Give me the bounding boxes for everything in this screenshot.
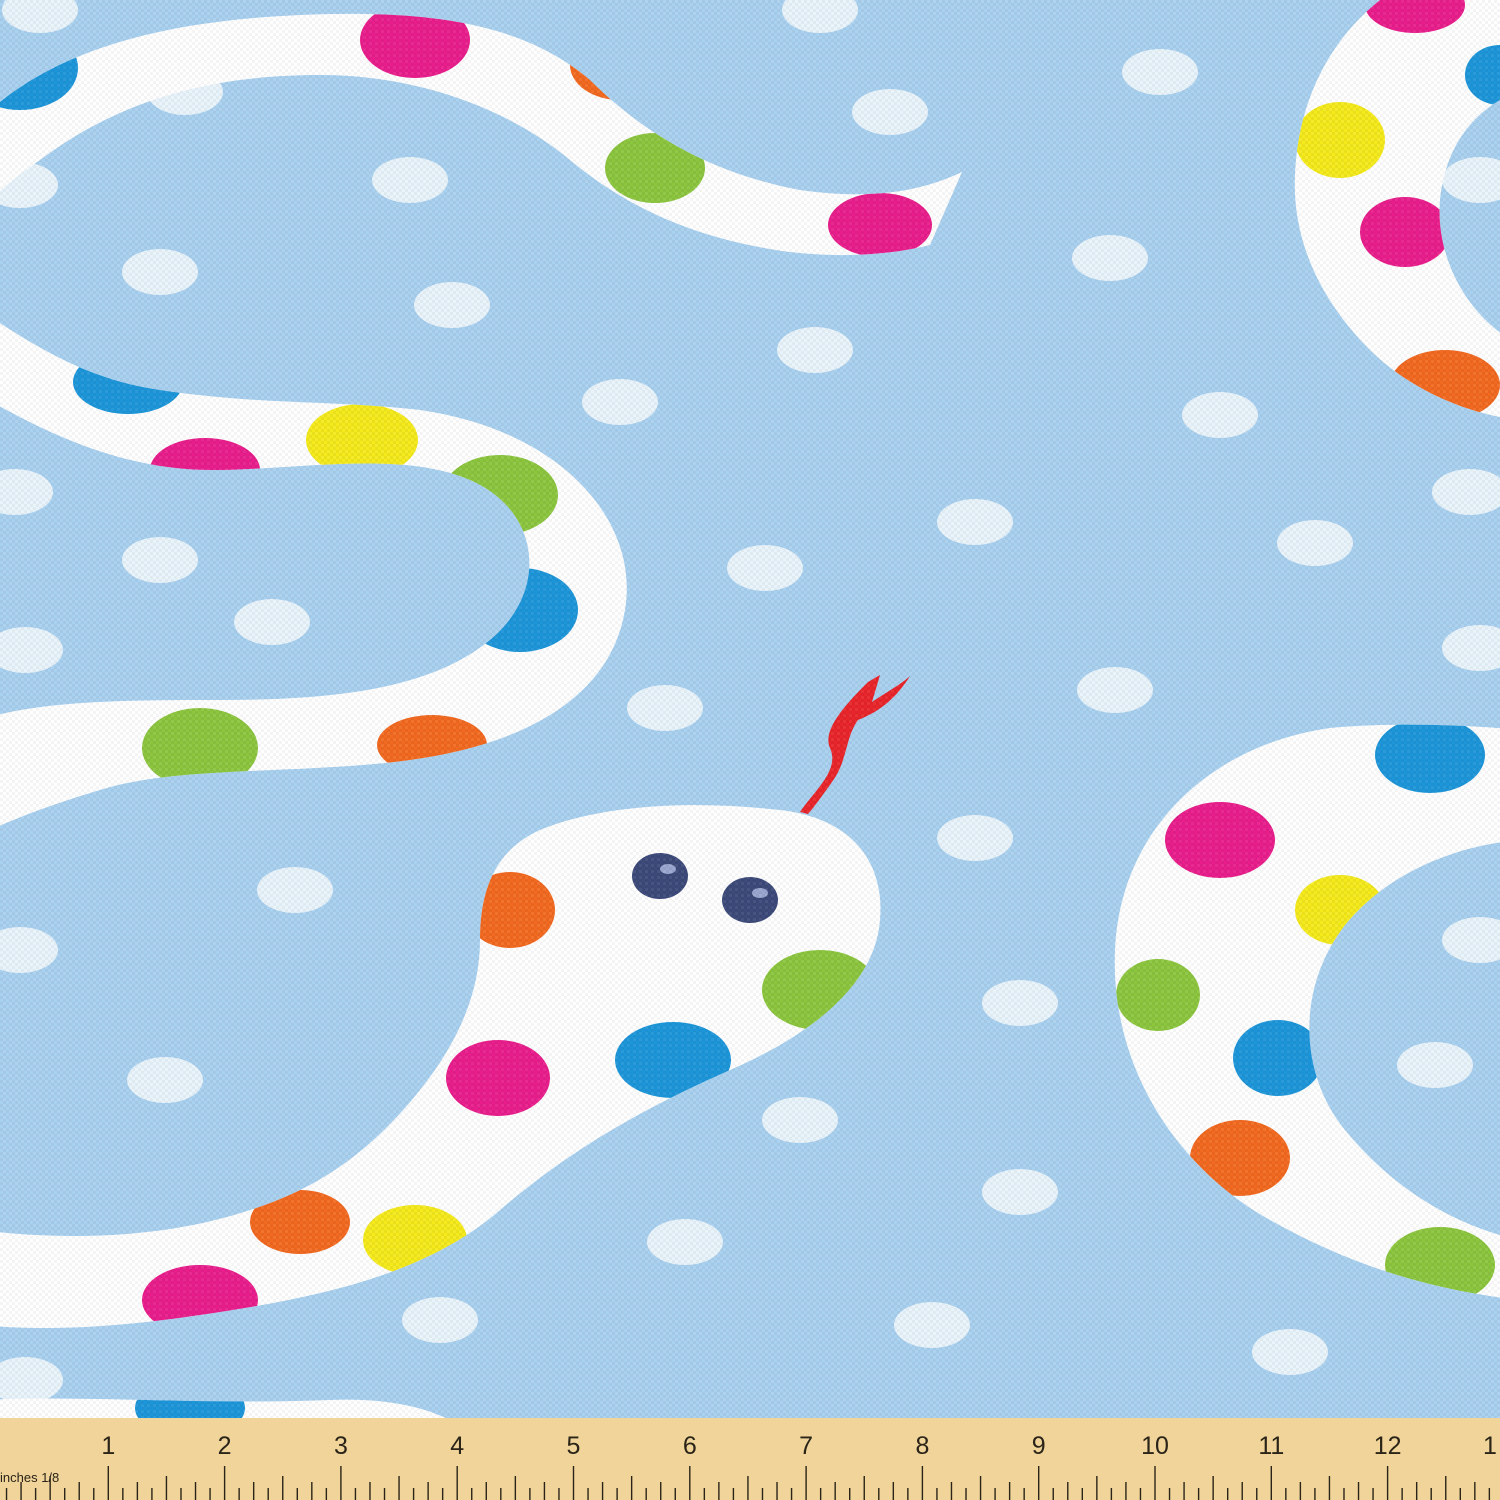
weave-texture [0,0,1500,1500]
ruler-number: 2 [217,1432,232,1460]
ruler-number: 1 [101,1432,116,1460]
ruler-number: 1 [1483,1432,1497,1460]
ruler-number: 6 [682,1432,697,1460]
ruler-number: 3 [333,1432,348,1460]
ruler-number: 8 [915,1432,930,1460]
measuring-ruler: 1 2 3 4 5 6 7 8 9 10 11 12 1 inches 1/8 [0,1418,1500,1500]
ruler-number: 12 [1373,1432,1402,1460]
ruler-number: 5 [566,1432,581,1460]
fabric-swatch: 1 2 3 4 5 6 7 8 9 10 11 12 1 inches 1/8 [0,0,1500,1500]
ruler-number: 10 [1141,1432,1169,1460]
ruler-number: 4 [450,1432,465,1460]
ruler-unit-label: inches 1/8 [0,1470,60,1485]
ruler-number: 9 [1031,1432,1046,1460]
fabric-pattern [0,0,1500,1500]
ruler-number: 7 [799,1432,814,1460]
ruler-number: 11 [1258,1432,1285,1460]
